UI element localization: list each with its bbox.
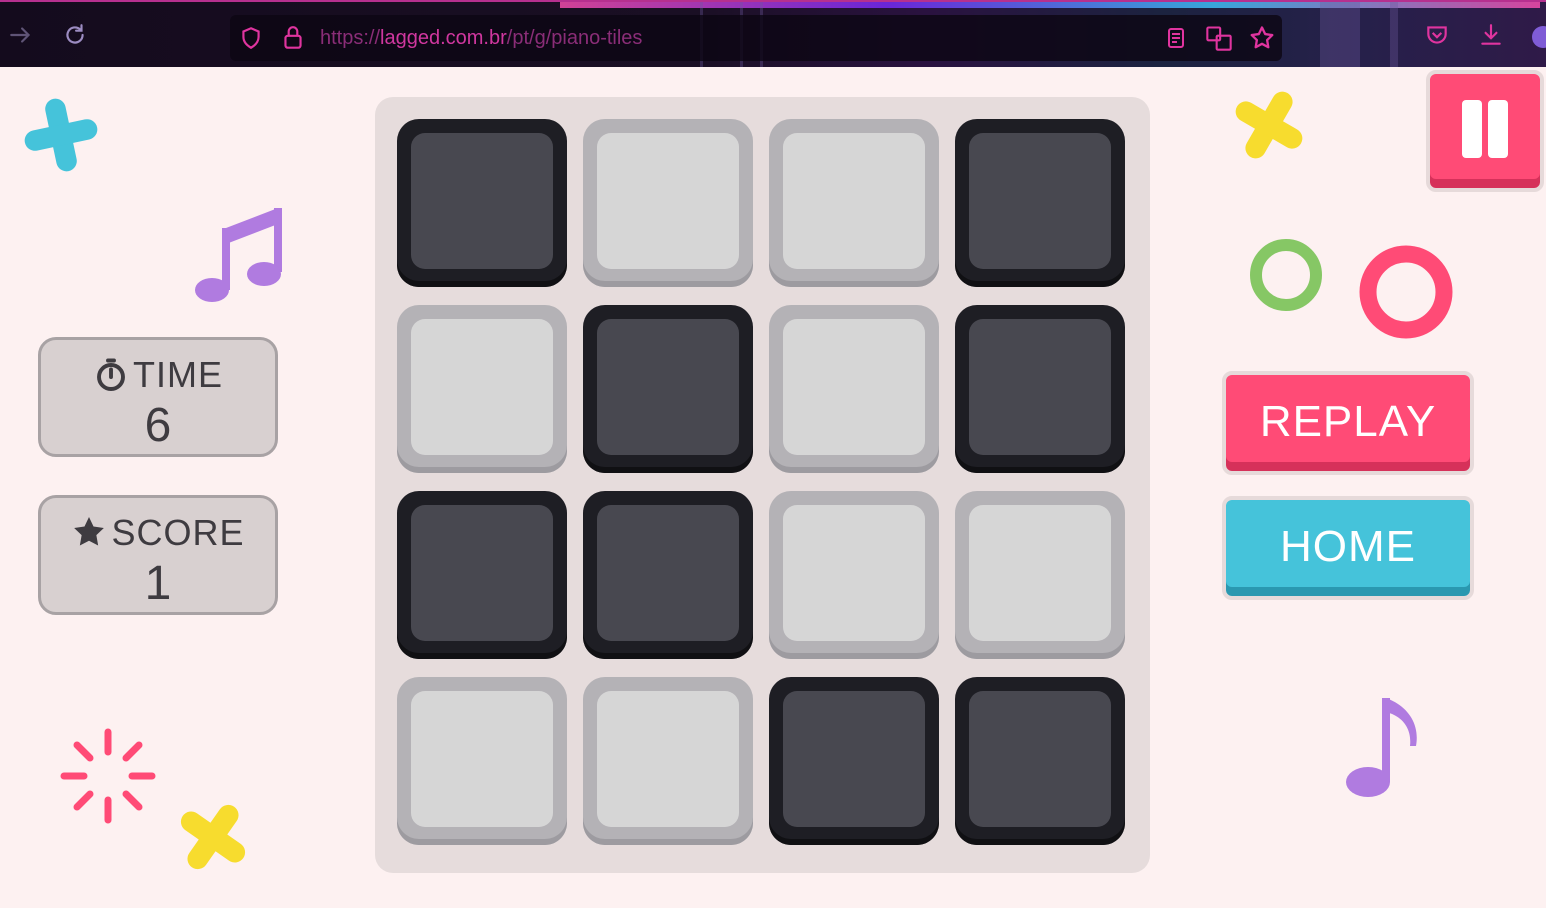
music-note-decoration-icon [1346, 698, 1417, 797]
url-text[interactable]: https://lagged.com.br/pt/g/piano-tiles [320, 27, 642, 50]
url-bar[interactable]: https://lagged.com.br/pt/g/piano-tiles [230, 15, 1282, 61]
score-label: SCORE [111, 512, 245, 553]
home-label: HOME [1280, 522, 1416, 571]
white-tile[interactable] [397, 677, 567, 845]
black-tile[interactable] [955, 677, 1125, 845]
theme-stripe [1390, 2, 1398, 67]
lock-icon[interactable] [280, 24, 306, 52]
bookmark-star-icon[interactable] [1248, 24, 1276, 52]
black-tile[interactable] [583, 305, 753, 473]
time-header: TIME [41, 354, 275, 396]
black-tile[interactable] [397, 119, 567, 287]
time-panel: TIME 6 [38, 337, 278, 457]
white-tile[interactable] [955, 491, 1125, 659]
pause-icon [1462, 100, 1482, 158]
white-tile[interactable] [397, 305, 567, 473]
music-notes-decoration-icon [195, 208, 282, 302]
white-tile[interactable] [769, 305, 939, 473]
black-tile[interactable] [955, 305, 1125, 473]
stopwatch-icon [97, 358, 125, 391]
score-value: 1 [144, 557, 172, 610]
url-path: /pt/g/piano-tiles [506, 27, 643, 49]
x-shape-decoration-icon [180, 804, 246, 870]
pause-icon-bar [1488, 100, 1508, 158]
star-icon [74, 517, 105, 546]
black-tile[interactable] [397, 491, 567, 659]
score-header: SCORE [41, 512, 275, 554]
download-icon[interactable] [1478, 22, 1504, 48]
time-value: 6 [144, 399, 172, 452]
replay-label: REPLAY [1259, 397, 1437, 446]
time-label: TIME [133, 354, 223, 395]
browser-toolbar: https://lagged.com.br/pt/g/piano-tiles [0, 0, 1546, 67]
url-scheme: https:// [320, 27, 381, 49]
white-tile[interactable] [769, 491, 939, 659]
reload-icon[interactable] [62, 22, 88, 48]
score-panel: SCORE 1 [38, 495, 278, 615]
ring-decoration-icon [1359, 245, 1453, 339]
home-button[interactable]: HOME [1222, 496, 1474, 600]
replay-button[interactable]: REPLAY [1222, 371, 1474, 475]
pocket-icon[interactable] [1424, 22, 1450, 48]
white-tile[interactable] [583, 119, 753, 287]
x-shape-decoration-icon [1235, 91, 1303, 159]
black-tile[interactable] [583, 491, 753, 659]
pause-button[interactable] [1426, 70, 1544, 192]
black-tile[interactable] [769, 677, 939, 845]
shield-icon[interactable] [238, 25, 264, 51]
white-tile[interactable] [769, 119, 939, 287]
sparkle-burst-decoration-icon [60, 728, 156, 824]
black-tile[interactable] [955, 119, 1125, 287]
white-tile[interactable] [583, 677, 753, 845]
extension-icon[interactable] [1532, 26, 1546, 48]
translate-icon[interactable] [1205, 24, 1233, 52]
tile-board [375, 97, 1150, 873]
theme-stripe [1320, 2, 1360, 67]
reader-view-icon[interactable] [1164, 25, 1188, 51]
url-host: lagged.com.br [380, 27, 507, 49]
ring-decoration-icon [1250, 239, 1322, 311]
plus-shape-decoration-icon [24, 98, 98, 172]
forward-icon[interactable] [8, 22, 34, 48]
